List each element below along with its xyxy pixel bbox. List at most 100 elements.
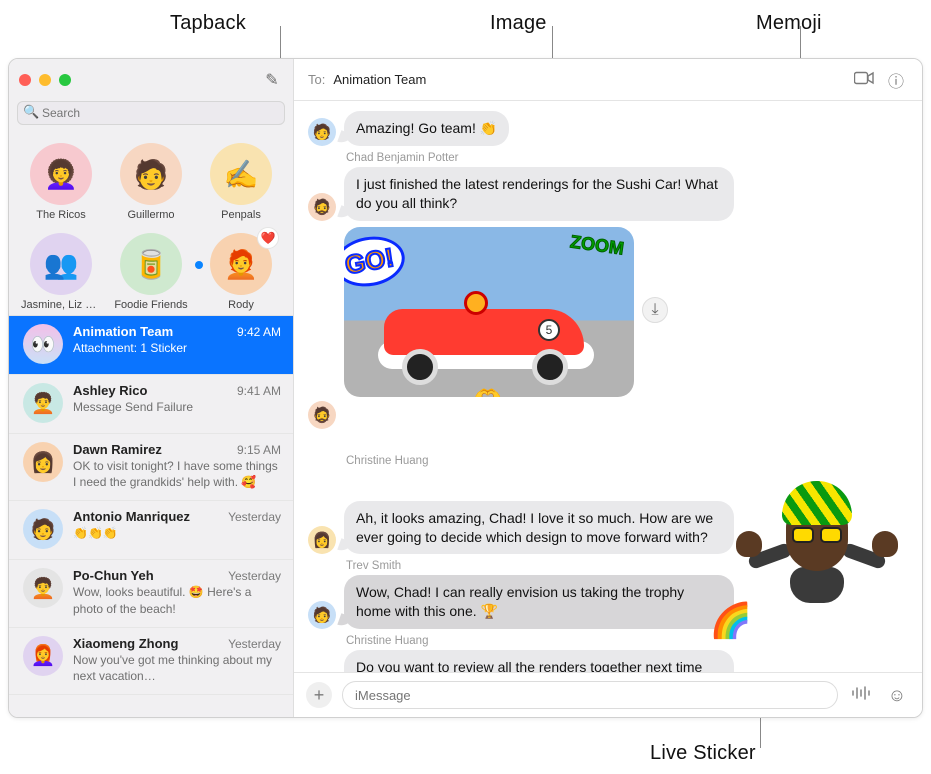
pinned-name: Rody (228, 299, 254, 311)
avatar: 🧑‍🦱 (23, 568, 63, 608)
search-input[interactable] (17, 101, 285, 125)
pinned-conversation[interactable]: ✍️ Penpals (199, 143, 283, 221)
pinned-name: Jasmine, Liz &… (21, 299, 101, 311)
conversation-name: Animation Team (73, 324, 173, 339)
pinned-name: Foodie Friends (114, 299, 187, 311)
callout-memoji: Memoji (756, 12, 822, 35)
conversation-preview: OK to visit tonight? I have some things … (73, 458, 281, 490)
conversation-row[interactable]: 👀 Animation Team 9:42 AMAttachment: 1 Stic… (9, 316, 293, 375)
conversation-preview: Now you've got me thinking about my next… (73, 652, 281, 684)
avatar: ✍️ (210, 143, 272, 205)
video-icon (854, 73, 874, 88)
audio-message-button[interactable] (848, 682, 874, 708)
sender-label: Christine Huang (346, 455, 892, 467)
callout-tapback: Tapback (170, 12, 246, 35)
titlebar: ✎ (9, 59, 293, 101)
conversation-name: Ashley Rico (73, 383, 147, 398)
pinned-conversations: 👩‍🦱 The Ricos 🧑 Guillermo ✍️ Penpals 👥 Jasmine,… (9, 133, 293, 315)
download-attachment-button[interactable]: ⤓ (642, 297, 668, 323)
conversation-preview: 👏👏👏 (73, 525, 281, 541)
image-attachment[interactable]: 5 GO! ZOOM 🫶 (344, 227, 634, 397)
car-number: 5 (538, 319, 560, 341)
tapback-heart-icon: ❤️ (257, 227, 279, 249)
sender-label: Chad Benjamin Potter (346, 152, 892, 164)
conversation-row[interactable]: 👩Dawn Ramirez9:15 AMOK to visit tonight?… (9, 434, 293, 501)
heart-hands-sticker-icon: 🫶 (474, 385, 501, 397)
compose-button[interactable]: ✎ (261, 69, 283, 91)
conversation-name: Antonio Manriquez (73, 509, 190, 524)
pinned-conversation[interactable]: 👥 Jasmine, Liz &… (19, 233, 103, 311)
conversation-preview: Attachment: 1 Sticker (73, 340, 281, 356)
plus-icon: + (314, 685, 325, 706)
avatar: 🧑 (308, 601, 336, 629)
conversation-time: Yesterday (228, 510, 281, 524)
conversation-time: 9:42 AM (237, 325, 281, 339)
callout-live-sticker: Live Sticker (650, 742, 756, 765)
info-icon: ⓘ (888, 74, 904, 91)
waveform-icon (851, 686, 871, 705)
compose-icon: ✎ (265, 70, 278, 90)
conversation-time: Yesterday (228, 569, 281, 583)
search-icon: 🔍 (23, 104, 39, 120)
message-bubble[interactable]: Wow, Chad! I can really envision us taki… (344, 575, 734, 629)
conversation-time: Yesterday (228, 637, 281, 651)
pinned-conversation[interactable]: 🧑‍🦰❤️Rody (199, 233, 283, 311)
pinned-conversation[interactable]: 🧑 Guillermo (109, 143, 193, 221)
avatar: 👀 (23, 324, 63, 364)
conversation-header: To: Animation Team ⓘ (294, 59, 922, 101)
avatar: 🥫 (120, 233, 182, 295)
facetime-button[interactable] (850, 67, 878, 92)
pinned-name: Guillermo (127, 209, 174, 221)
sender-label: Christine Huang (346, 635, 892, 647)
messages-window: ✎ 🔍 👩‍🦱 The Ricos 🧑 Guillermo ✍️ Penpals 👥 Jasm… (8, 58, 923, 718)
message-bubble[interactable]: I just finished the latest renderings fo… (344, 167, 734, 221)
messages-scroll[interactable]: 🧑 Amazing! Go team! 👏 Chad Benjamin Pott… (294, 101, 922, 672)
pinned-conversation[interactable]: 👩‍🦱 The Ricos (19, 143, 103, 221)
zoom-sticker-icon: ZOOM (569, 231, 625, 259)
avatar: 👩 (308, 526, 336, 554)
callout-image: Image (490, 12, 547, 35)
message-bubble[interactable]: Do you want to review all the renders to… (344, 650, 734, 672)
avatar: 🧑‍🦱 (23, 383, 63, 423)
conversation-time: 9:15 AM (237, 443, 281, 457)
avatar: 👩‍🦰 (23, 636, 63, 676)
conversation-preview: Wow, looks beautiful. 🤩 Here's a photo o… (73, 584, 281, 616)
download-icon: ⤓ (651, 301, 658, 319)
close-icon[interactable] (19, 74, 31, 86)
avatar: 🧔 (308, 401, 336, 429)
conversation-preview: Message Send Failure (73, 399, 281, 415)
emoji-icon: ☺ (888, 685, 906, 706)
message-bubble[interactable]: Amazing! Go team! 👏 (344, 111, 509, 146)
conversation-pane: To: Animation Team ⓘ 🧑 Amazing! Go team!… (294, 59, 922, 717)
pinned-name: The Ricos (36, 209, 86, 221)
to-label: To: (308, 72, 325, 87)
conversation-name: Dawn Ramirez (73, 442, 162, 457)
conversation-row[interactable]: 🧑Antonio ManriquezYesterday👏👏👏 (9, 501, 293, 560)
conversation-row[interactable]: 👩‍🦰 Xiaomeng Zhong YesterdayNow you've got… (9, 628, 293, 695)
details-button[interactable]: ⓘ (884, 64, 908, 96)
avatar: 🧔 (308, 193, 336, 221)
window-controls[interactable] (19, 74, 71, 86)
minimize-icon[interactable] (39, 74, 51, 86)
sender-label: Trev Smith (346, 560, 892, 572)
message-input[interactable] (342, 681, 838, 709)
conversation-list[interactable]: 👀 Animation Team 9:42 AMAttachment: 1 Stic… (9, 315, 293, 717)
avatar: 👥 (30, 233, 92, 295)
go-sticker-icon: GO! (344, 231, 409, 292)
conversation-row[interactable]: 🧑‍🦱Po-Chun YehYesterdayWow, looks beauti… (9, 560, 293, 627)
avatar: 🧑 (308, 118, 336, 146)
conversation-name: Xiaomeng Zhong (73, 636, 178, 651)
pinned-conversation[interactable]: 🥫 Foodie Friends (109, 233, 193, 311)
to-name[interactable]: Animation Team (333, 72, 426, 87)
zoom-icon[interactable] (59, 74, 71, 86)
conversation-row[interactable]: 🧑‍🦱 Ashley Rico 9:41 AMMessage Send Failur… (9, 375, 293, 434)
apps-button[interactable]: + (306, 682, 332, 708)
pinned-name: Penpals (221, 209, 261, 221)
message-bubble[interactable]: Ah, it looks amazing, Chad! I love it so… (344, 501, 734, 555)
sidebar: ✎ 🔍 👩‍🦱 The Ricos 🧑 Guillermo ✍️ Penpals 👥 Jasm… (9, 59, 294, 717)
emoji-picker-button[interactable]: ☺ (884, 682, 910, 708)
compose-bar: + ☺ (294, 672, 922, 717)
avatar: 👩‍🦱 (30, 143, 92, 205)
avatar: 🧑 (120, 143, 182, 205)
conversation-time: 9:41 AM (237, 384, 281, 398)
